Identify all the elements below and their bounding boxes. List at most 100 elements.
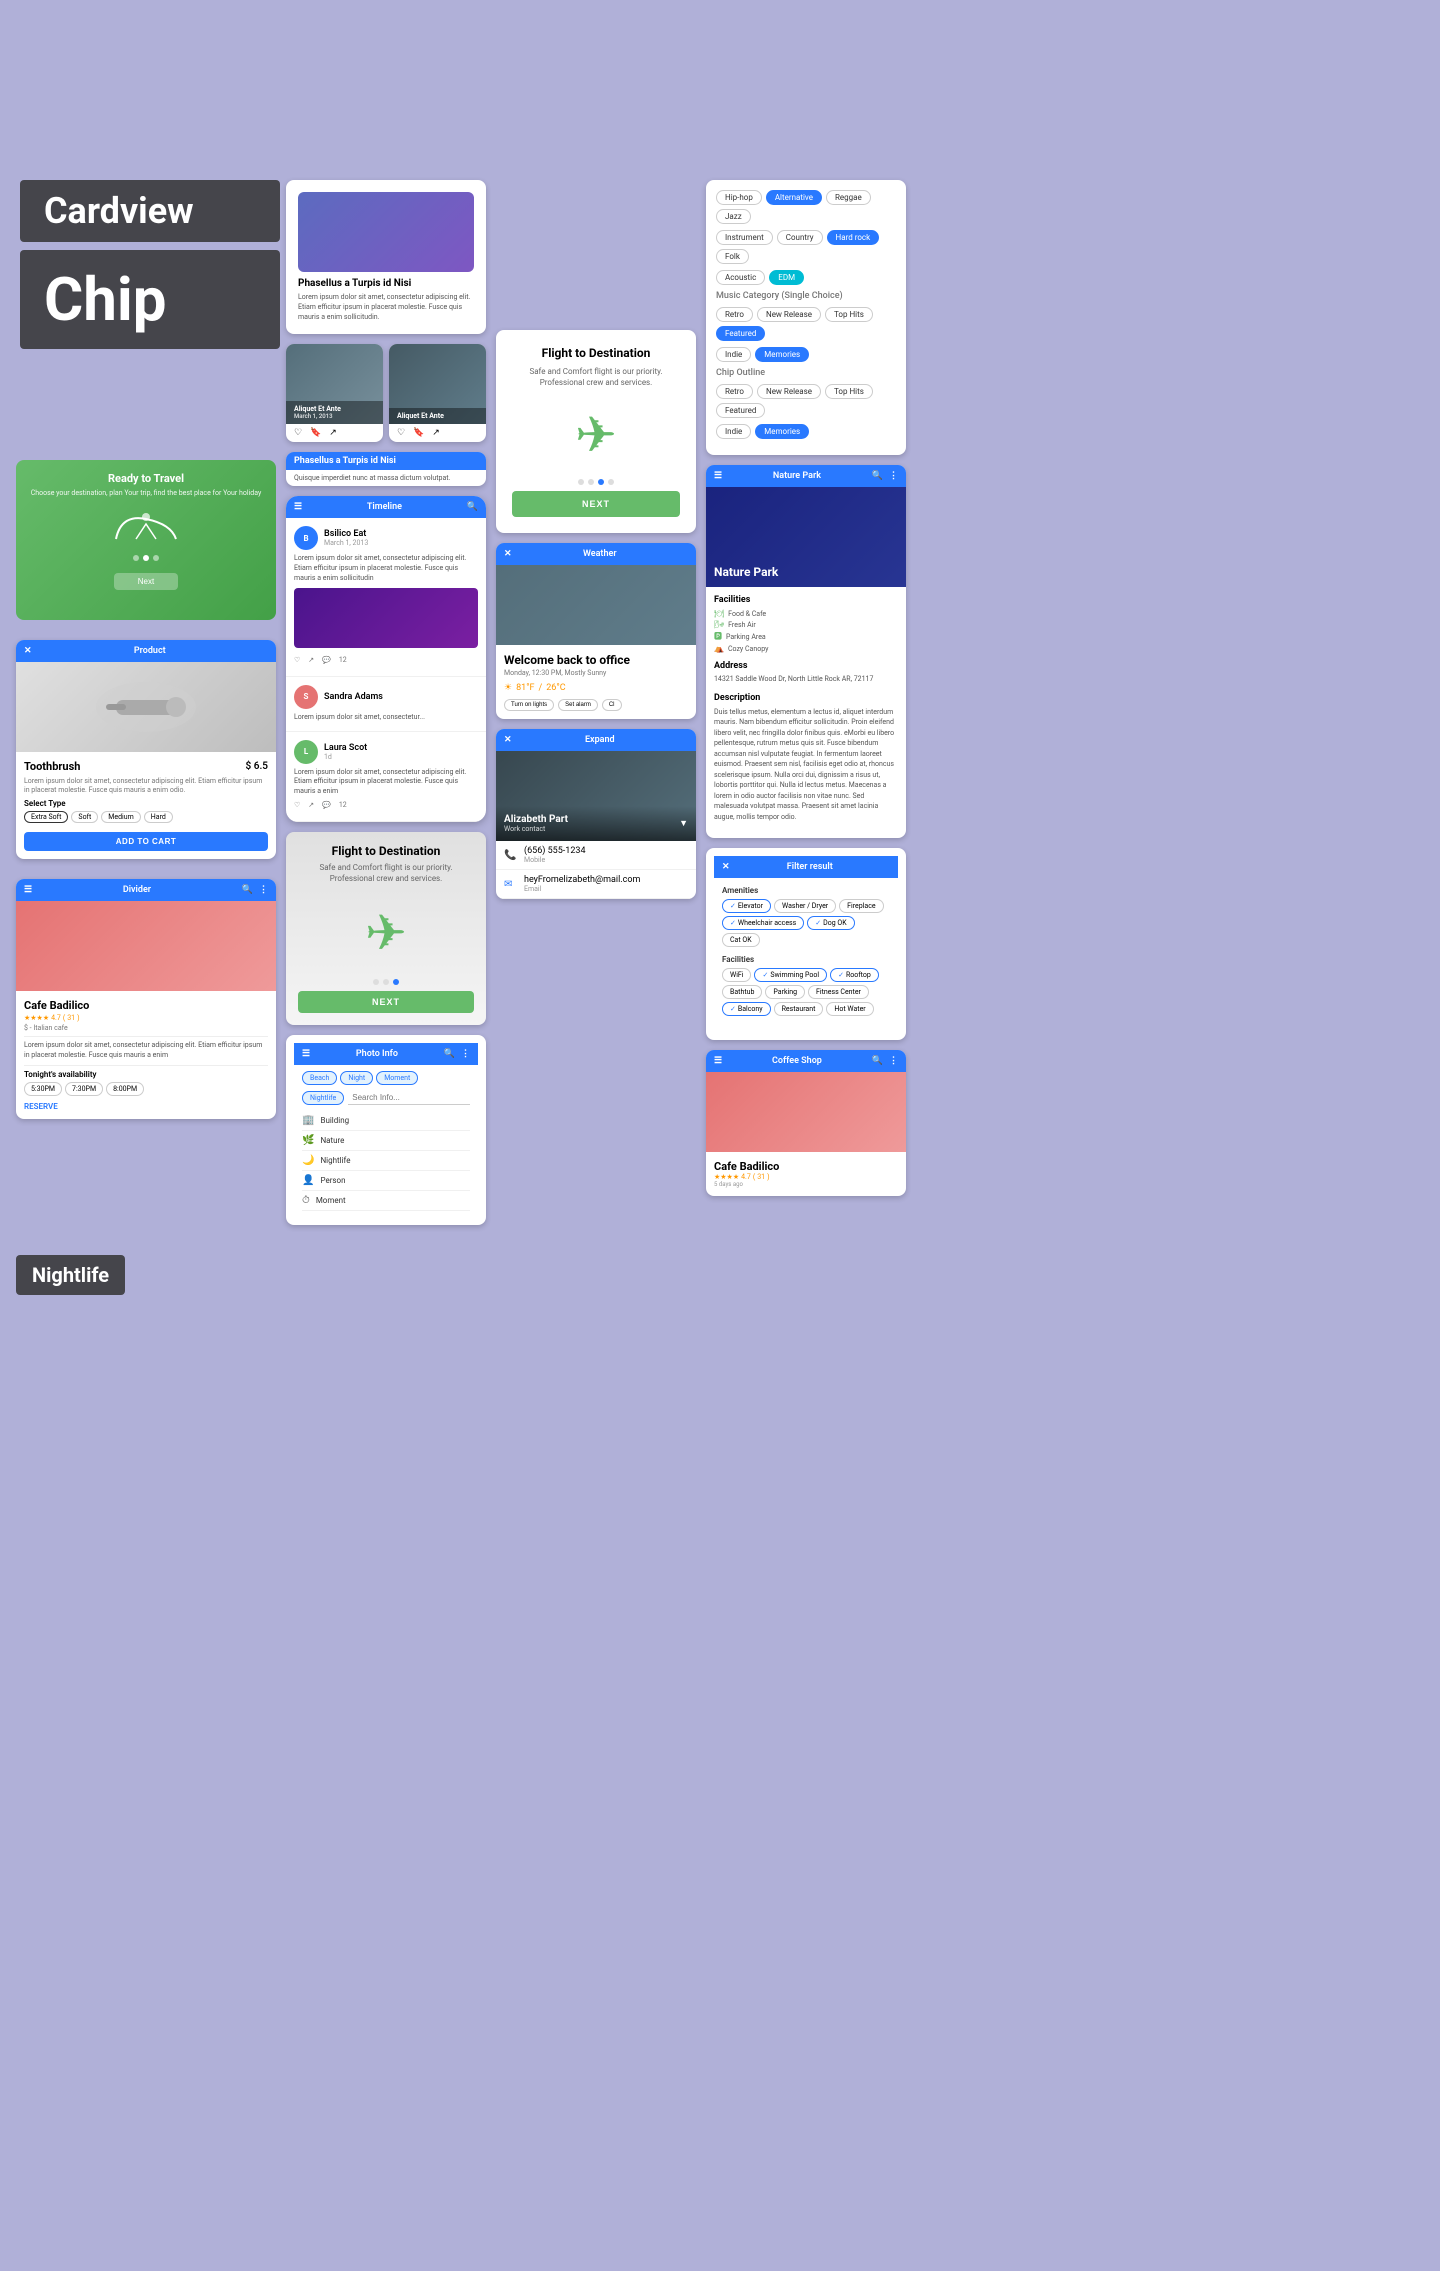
chip-retro[interactable]: Retro <box>716 307 753 322</box>
filter-hot-water[interactable]: Hot Water <box>826 1002 873 1016</box>
close-weather-button[interactable]: Cl <box>602 699 622 711</box>
more-icon-park[interactable]: ⋮ <box>889 471 898 481</box>
filter-balcony[interactable]: ✓ Balcony <box>722 1002 771 1016</box>
list-item-moment: ⏱ Moment <box>302 1191 470 1211</box>
chip-jazz[interactable]: Jazz <box>716 209 751 224</box>
filter-swimming-pool[interactable]: ✓ Swimming Pool <box>754 968 827 982</box>
search-icon-park[interactable]: 🔍 <box>872 471 883 481</box>
more-icon-coffee[interactable]: ⋮ <box>889 1056 898 1066</box>
bookmark-icon-2[interactable]: 🔖 <box>413 428 424 438</box>
filter-fireplace[interactable]: Fireplace <box>839 899 883 913</box>
chip-edm[interactable]: EDM <box>769 270 804 285</box>
chevron-icon[interactable]: ▼ <box>679 818 688 829</box>
chip-folk[interactable]: Folk <box>716 249 749 264</box>
like-icon-3[interactable]: ♡ <box>294 801 300 809</box>
nature-icon: 🌿 <box>302 1135 314 1146</box>
filter-fitness[interactable]: Fitness Center <box>808 985 869 999</box>
filter-bathtub[interactable]: Bathtub <box>722 985 762 999</box>
filter-washer[interactable]: Washer / Dryer <box>774 899 836 913</box>
filter-restaurant[interactable]: Restaurant <box>774 1002 824 1016</box>
plane-icon-large: ✈ <box>365 904 407 963</box>
reserve-button[interactable]: RESERVE <box>24 1102 268 1111</box>
chip-new-release[interactable]: New Release <box>757 307 821 322</box>
product-title-header: Product <box>134 646 166 656</box>
weather-header: ✕ Weather <box>496 543 696 565</box>
menu-icon[interactable]: ☰ <box>24 885 32 895</box>
filter-rooftop[interactable]: ✓ Rooftop <box>830 968 879 982</box>
chip-featured[interactable]: Featured <box>716 326 765 341</box>
main-card-title: Phasellus a Turpis id Nisi <box>286 452 486 470</box>
heart-icon-1[interactable]: ♡ <box>294 428 302 438</box>
photo-chip-beach[interactable]: Beach <box>302 1071 337 1085</box>
share-icon-2[interactable]: ↗ <box>432 428 440 438</box>
share-icon-1[interactable]: ↗ <box>329 428 337 438</box>
filter-dog[interactable]: ✓ Dog OK <box>807 916 854 930</box>
time-800[interactable]: 8:00PM <box>106 1082 144 1096</box>
heart-icon-2[interactable]: ♡ <box>397 428 405 438</box>
chip-outline-retro[interactable]: Retro <box>716 384 753 399</box>
expand-overlay: Alizabeth Part Work contact ▼ <box>496 806 696 841</box>
add-to-cart-button[interactable]: ADD TO CART <box>24 832 268 851</box>
check-elevator: ✓ <box>730 902 736 910</box>
menu-icon-park[interactable]: ☰ <box>714 471 722 481</box>
filter-elevator[interactable]: ✓ Elevator <box>722 899 771 913</box>
coffee-date: 5 days ago <box>714 1181 898 1188</box>
flight-next-button[interactable]: NEXT <box>512 491 680 517</box>
close-icon-expand[interactable]: ✕ <box>504 735 512 745</box>
email-label: Email <box>524 885 640 893</box>
close-icon-weather[interactable]: ✕ <box>504 549 512 559</box>
type-hard[interactable]: Hard <box>144 811 173 823</box>
chip-acoustic[interactable]: Acoustic <box>716 270 765 285</box>
menu-icon-photo[interactable]: ☰ <box>302 1049 310 1059</box>
flight-dest-next-button[interactable]: Next <box>298 991 474 1013</box>
chip-hiphop[interactable]: Hip-hop <box>716 190 762 205</box>
photo-chip-nightlife[interactable]: Nightlife <box>302 1091 344 1105</box>
chip-indie[interactable]: Indie <box>716 347 751 362</box>
travel-next-button[interactable]: Next <box>114 573 178 590</box>
close-icon-filter[interactable]: ✕ <box>722 862 730 872</box>
filter-parking[interactable]: Parking <box>765 985 805 999</box>
set-alarm-button[interactable]: Set alarm <box>558 699 598 711</box>
close-icon[interactable]: ✕ <box>24 646 32 656</box>
type-extra-soft[interactable]: Extra Soft <box>24 811 68 823</box>
chip-memories[interactable]: Memories <box>755 347 809 362</box>
author-name-1: Bsilico Eat <box>324 529 368 539</box>
menu-icon-timeline[interactable]: ☰ <box>294 502 302 512</box>
like-icon-1[interactable]: ♡ <box>294 656 300 664</box>
facility-parking: 🅿 Parking Area <box>714 631 898 642</box>
chip-outline-memories[interactable]: Memories <box>755 424 809 439</box>
filter-cat[interactable]: Cat OK <box>722 933 760 947</box>
turn-on-lights-button[interactable]: Turn on lights <box>504 699 554 711</box>
photo-chip-night[interactable]: Night <box>340 1071 373 1085</box>
chip-instrument[interactable]: Instrument <box>716 230 773 245</box>
chip-reggae[interactable]: Reggae <box>826 190 871 205</box>
chip-alternative[interactable]: Alternative <box>766 190 822 205</box>
chip-outline-new-release[interactable]: New Release <box>757 384 821 399</box>
chip-outline-top-hits[interactable]: Top Hits <box>825 384 873 399</box>
search-icon[interactable]: 🔍 <box>242 885 253 895</box>
time-530[interactable]: 5:30PM <box>24 1082 62 1096</box>
chip-outline-featured[interactable]: Featured <box>716 403 765 418</box>
type-soft[interactable]: Soft <box>71 811 98 823</box>
bookmark-icon-1[interactable]: 🔖 <box>310 428 321 438</box>
author-date-3: 1d <box>324 753 367 761</box>
filter-wheelchair[interactable]: ✓ Wheelchair access <box>722 916 804 930</box>
more-icon-photo[interactable]: ⋮ <box>461 1049 470 1059</box>
menu-icon-coffee[interactable]: ☰ <box>714 1056 722 1066</box>
genre-chips: Hip-hop Alternative Reggae Jazz <box>716 190 896 224</box>
more-icon[interactable]: ⋮ <box>259 885 268 895</box>
type-medium[interactable]: Medium <box>101 811 140 823</box>
time-730[interactable]: 7:30PM <box>65 1082 103 1096</box>
search-icon-timeline[interactable]: 🔍 <box>467 502 478 512</box>
photo-chip-moment[interactable]: Moment <box>376 1071 418 1085</box>
share-icon-timeline-3[interactable]: ↗ <box>308 801 314 809</box>
chip-outline-indie[interactable]: Indie <box>716 424 751 439</box>
search-icon-coffee[interactable]: 🔍 <box>872 1056 883 1066</box>
chip-country[interactable]: Country <box>777 230 823 245</box>
search-info-input[interactable] <box>348 1091 470 1105</box>
chip-top-hits[interactable]: Top Hits <box>825 307 873 322</box>
search-icon-photo[interactable]: 🔍 <box>444 1049 455 1059</box>
filter-wifi[interactable]: WiFi <box>722 968 751 982</box>
chip-hardrock[interactable]: Hard rock <box>827 230 880 245</box>
share-icon-timeline-1[interactable]: ↗ <box>308 656 314 664</box>
